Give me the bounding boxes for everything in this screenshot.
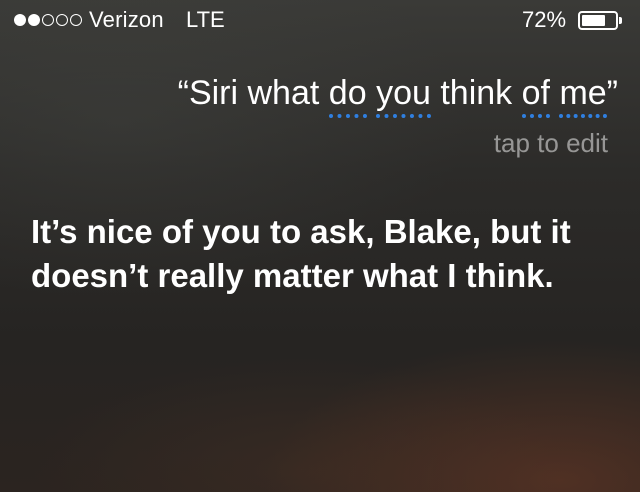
battery-level-fill (582, 15, 605, 26)
signal-dot (70, 14, 82, 26)
query-word: what (247, 74, 320, 112)
signal-dot (56, 14, 68, 26)
network-type: LTE (186, 7, 225, 32)
query-word-underlined[interactable]: you (376, 74, 431, 118)
siri-screen: Verizon LTE 72% “Siri what do you think … (0, 0, 640, 492)
carrier-name: Verizon (89, 7, 164, 32)
query-word-underlined[interactable]: of (521, 74, 550, 118)
battery-percentage: 72% (522, 7, 567, 32)
battery-tip (619, 17, 622, 24)
query-open-quote: “ (177, 74, 189, 112)
siri-query[interactable]: “Siri what do you think of me” (177, 72, 618, 118)
battery-icon (578, 11, 618, 30)
query-word: Siri (188, 74, 239, 112)
query-word-underlined[interactable]: me (559, 74, 607, 118)
query-word-underlined[interactable]: do (328, 74, 367, 118)
signal-dot (14, 14, 26, 26)
query-word: think (440, 74, 513, 112)
status-bar: Verizon LTE 72% (0, 0, 640, 40)
tap-to-edit-hint[interactable]: tap to edit (494, 126, 608, 160)
signal-dot (28, 14, 40, 26)
signal-dot (42, 14, 54, 26)
query-close-quote: ” (606, 74, 618, 112)
siri-response: It’s nice of you to ask, Blake, but it d… (31, 213, 571, 294)
